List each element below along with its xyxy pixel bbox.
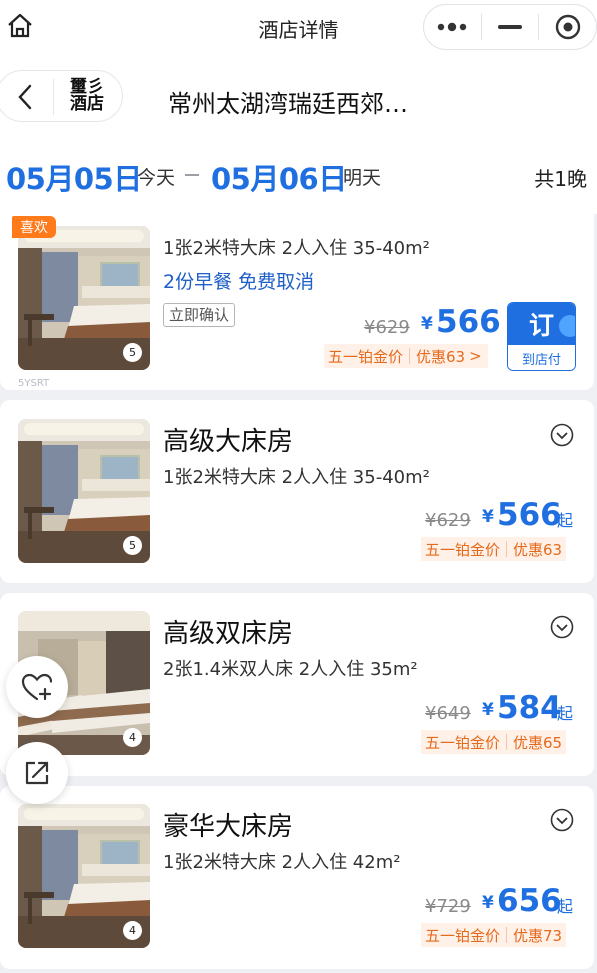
room-name: 豪华大床房 [163, 812, 294, 842]
room-price: 656 [497, 883, 562, 919]
watermark: 5YSRT [18, 378, 50, 389]
room-card[interactable]: 5 1张2米特大床 2人入住 35-40m² 2份早餐 免费取消 立即确认 ¥6… [0, 200, 594, 390]
top-navbar: 酒店详情 [0, 0, 597, 56]
promo-label: 五一铂金价 [425, 540, 501, 559]
hotel-name: 常州太湖湾瑞廷西郊… [168, 90, 408, 118]
logo-line2: 酒店 [70, 94, 104, 114]
original-price: ¥629 [425, 510, 471, 531]
checkin-label: 今天 [137, 167, 176, 189]
room-photo[interactable]: 5 [18, 226, 150, 370]
hotel-logo[interactable]: 璽彡 酒店 [67, 79, 107, 115]
promo-tag[interactable]: 五一铂金价 优惠63 > [324, 344, 488, 368]
miniapp-capsule [423, 4, 597, 50]
original-price: ¥649 [425, 703, 471, 724]
target-close-icon [555, 14, 580, 40]
room-name: 高级双床房 [163, 619, 294, 649]
checkout-label: 明天 [343, 167, 382, 189]
room-photo[interactable]: 4 [18, 804, 150, 948]
promo-discount: 优惠65 [513, 733, 563, 752]
promo-discount: 优惠63 [513, 540, 563, 559]
promo-discount: 优惠63 [416, 347, 466, 366]
hotel-header: 璽彡 酒店 常州太湖湾瑞廷西郊… [0, 56, 597, 136]
minimize-button[interactable] [482, 5, 539, 49]
back-pill: 璽彡 酒店 [0, 70, 123, 122]
book-dot-decoration [559, 315, 575, 337]
book-button[interactable]: 订 到店付 [507, 302, 576, 371]
promo-discount: 优惠73 [513, 926, 563, 945]
more-dots-icon [438, 22, 467, 32]
photo-count-badge: 4 [123, 728, 142, 747]
checkout-date[interactable]: 05月06日 [211, 156, 347, 198]
room-card[interactable]: 5 高级大床房 1张2米特大床 2人入住 35-40m² ¥629 ¥ 566 … [0, 400, 594, 583]
minimize-icon [498, 25, 522, 29]
expand-button[interactable] [550, 423, 574, 447]
room-price: 566 [436, 304, 501, 340]
instant-confirm-tag: 立即确认 [163, 303, 236, 327]
share-icon [25, 761, 49, 785]
like-tag: 喜欢 [12, 216, 56, 238]
room-benefits: 2份早餐 免费取消 [163, 271, 315, 293]
room-spec: 1张2米特大床 2人入住 35-40m² [163, 238, 430, 259]
chevron-circle-down-icon [550, 615, 574, 639]
expand-button[interactable] [550, 615, 574, 639]
room-spec: 1张2米特大床 2人入住 42m² [163, 852, 401, 873]
promo-tag[interactable]: 五一铂金价 优惠63 [421, 537, 567, 561]
more-button[interactable] [424, 5, 481, 49]
original-price: ¥729 [425, 896, 471, 917]
promo-tag[interactable]: 五一铂金价 优惠65 [421, 730, 567, 754]
back-button[interactable] [5, 81, 45, 113]
chevron-circle-down-icon [550, 808, 574, 832]
room-price: 566 [497, 497, 562, 533]
photo-count-badge: 4 [123, 921, 142, 940]
room-name: 高级大床房 [163, 427, 294, 457]
currency-symbol: ¥ [482, 893, 494, 913]
pill-divider [53, 79, 54, 115]
chevron-right-icon: > [469, 347, 482, 365]
back-chevron-icon [18, 84, 32, 110]
promo-tag[interactable]: 五一铂金价 优惠73 [421, 923, 567, 947]
pay-at-hotel-label: 到店付 [508, 345, 575, 370]
price-from-suffix: 起 [557, 511, 574, 530]
promo-label: 五一铂金价 [425, 926, 501, 945]
room-spec: 1张2米特大床 2人入住 35-40m² [163, 467, 430, 488]
room-price: 584 [497, 690, 562, 726]
currency-symbol: ¥ [421, 314, 433, 334]
room-card[interactable]: 4 高级双床房 2张1.4米双人床 2人入住 35m² ¥649 ¥ 584 起… [0, 593, 594, 776]
price-from-suffix: 起 [557, 897, 574, 916]
expand-button[interactable] [550, 808, 574, 832]
chevron-circle-down-icon [550, 423, 574, 447]
original-price: ¥629 [364, 317, 410, 338]
currency-symbol: ¥ [482, 507, 494, 527]
date-separator [185, 174, 199, 176]
room-card[interactable]: 4 豪华大床房 1张2米特大床 2人入住 42m² ¥729 ¥ 656 起 五… [0, 786, 594, 969]
nights-count: 共1晚 [534, 167, 587, 191]
currency-symbol: ¥ [482, 700, 494, 720]
room-photo[interactable]: 5 [18, 419, 150, 563]
price-from-suffix: 起 [557, 704, 574, 723]
checkin-date[interactable]: 05月05日 [6, 156, 142, 198]
room-spec: 2张1.4米双人床 2人入住 35m² [163, 659, 418, 680]
book-label: 订 [528, 311, 554, 340]
heart-plus-icon [21, 673, 53, 701]
close-miniapp-button[interactable] [539, 5, 596, 49]
favorite-button[interactable] [6, 656, 68, 718]
promo-label: 五一铂金价 [328, 347, 404, 366]
photo-count-badge: 5 [123, 343, 142, 362]
share-button[interactable] [6, 742, 68, 804]
promo-label: 五一铂金价 [425, 733, 501, 752]
datebar-bottom-edge [0, 200, 597, 214]
photo-count-badge: 5 [123, 536, 142, 555]
